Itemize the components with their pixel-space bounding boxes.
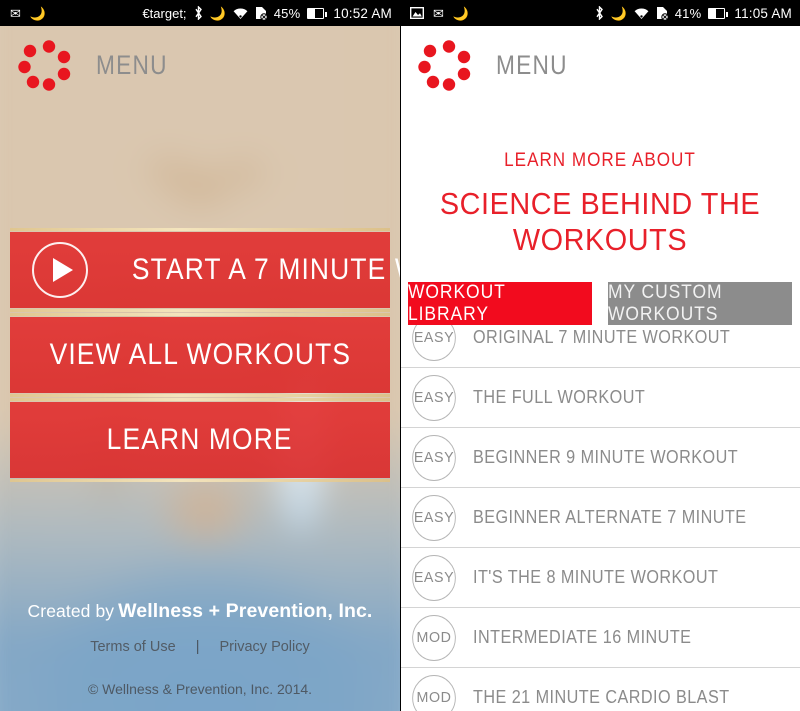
right-status-left-icons: ✉ 🌙: [400, 7, 469, 20]
bluetooth-icon: €target;: [142, 5, 187, 21]
left-header: MENU: [0, 26, 400, 104]
play-icon: [32, 242, 88, 298]
difficulty-badge: MOD: [412, 674, 456, 711]
tab-workout-library-label: WORKOUT LIBRARY: [408, 281, 506, 325]
sdcard-off-icon: [656, 7, 668, 20]
learn-more-label: LEARN MORE: [106, 423, 294, 456]
moon-icon: 🌙: [29, 5, 47, 21]
page-title: SCIENCE BEHIND THE WORKOUTS: [439, 186, 761, 257]
tab-my-custom-workouts-label: MY CUSTOM WORKOUTS: [608, 281, 723, 325]
battery-icon: [307, 7, 327, 19]
seven-dot-circle-logo-icon[interactable]: [18, 37, 74, 93]
difficulty-badge: EASY: [412, 374, 456, 421]
dual-phone-screenshot: ✉ 🌙 €target; 🌙 45% 10:52 AM MENU START A…: [0, 0, 800, 711]
left-status-right-icons: €target; 🌙 45% 10:52 AM: [142, 0, 392, 26]
image-icon: [410, 7, 424, 19]
battery-percent-label: 45%: [273, 5, 301, 21]
battery-icon: [708, 7, 728, 19]
left-status-left-icons: ✉ 🌙: [0, 7, 46, 20]
list-item[interactable]: EASY BEGINNER ALTERNATE 7 MINUTE: [400, 488, 800, 548]
clock-label: 10:52 AM: [333, 5, 392, 21]
left-phone-screen: ✉ 🌙 €target; 🌙 45% 10:52 AM MENU START A…: [0, 0, 400, 711]
workout-list-scroll: EASY ORIGINAL 7 MINUTE WORKOUT EASY THE …: [400, 325, 800, 711]
workout-title: IT'S THE 8 MINUTE WORKOUT: [473, 567, 719, 587]
workout-title: THE FULL WORKOUT: [473, 387, 646, 407]
left-status-bar: ✉ 🌙 €target; 🌙 45% 10:52 AM: [0, 0, 400, 26]
right-status-right-icons: 🌙 41% 11:05 AM: [595, 0, 792, 26]
left-footer: Created by Wellness + Prevention, Inc. Te…: [0, 600, 400, 711]
difficulty-badge: EASY: [412, 325, 456, 361]
right-phone-screen: ✉ 🌙 🌙 41% 11:05 AM MENU LEARN MORE ABOUT…: [400, 0, 800, 711]
learn-more-eyebrow: LEARN MORE ABOUT: [504, 150, 696, 171]
start-workout-button[interactable]: START A 7 MINUTE WORKOUT: [10, 228, 400, 312]
terms-of-use-link[interactable]: Terms of Use: [90, 639, 175, 655]
copyright-label: © Wellness & Prevention, Inc. 2014.: [87, 681, 313, 697]
bluetooth-icon-glyph: [194, 6, 202, 20]
moon-icon: 🌙: [610, 5, 627, 21]
footer-links: Terms of Use | Privacy Policy: [0, 639, 400, 655]
workout-title: BEGINNER 9 MINUTE WORKOUT: [473, 447, 739, 467]
envelope-icon: ✉: [433, 5, 444, 21]
created-by-line: Created by Wellness + Prevention, Inc.: [0, 600, 400, 623]
tab-my-custom-workouts[interactable]: MY CUSTOM WORKOUTS: [608, 282, 792, 325]
main-action-buttons: START A 7 MINUTE WORKOUT VIEW ALL WORKOU…: [10, 228, 400, 482]
menu-label[interactable]: MENU: [496, 50, 568, 81]
list-item[interactable]: MOD INTERMEDIATE 16 MINUTE: [400, 608, 800, 668]
difficulty-badge: MOD: [412, 614, 456, 661]
brand-name: Wellness + Prevention, Inc.: [118, 600, 373, 622]
list-item[interactable]: EASY ORIGINAL 7 MINUTE WORKOUT: [400, 325, 800, 368]
difficulty-badge: EASY: [412, 494, 456, 541]
link-separator: |: [195, 639, 200, 655]
list-item[interactable]: MOD THE 21 MINUTE CARDIO BLAST: [400, 668, 800, 711]
view-all-workouts-label: VIEW ALL WORKOUTS: [49, 338, 351, 371]
list-item[interactable]: EASY IT'S THE 8 MINUTE WORKOUT: [400, 548, 800, 608]
workout-tabs: WORKOUT LIBRARY MY CUSTOM WORKOUTS: [400, 282, 800, 325]
menu-label[interactable]: MENU: [96, 50, 168, 81]
created-by-prefix: Created by: [27, 601, 115, 621]
view-all-workouts-button[interactable]: VIEW ALL WORKOUTS: [10, 313, 390, 397]
tab-workout-library[interactable]: WORKOUT LIBRARY: [408, 282, 592, 325]
difficulty-badge: EASY: [412, 554, 456, 601]
difficulty-badge: EASY: [412, 434, 456, 481]
list-item[interactable]: EASY BEGINNER 9 MINUTE WORKOUT: [400, 428, 800, 488]
sdcard-off-icon: [255, 7, 267, 20]
moon-icon: 🌙: [209, 5, 226, 21]
envelope-icon: ✉: [10, 5, 21, 21]
workout-title: INTERMEDIATE 16 MINUTE: [473, 627, 692, 647]
bluetooth-icon: [595, 6, 603, 20]
workout-title: THE 21 MINUTE CARDIO BLAST: [473, 687, 730, 707]
learn-more-button[interactable]: LEARN MORE: [10, 398, 390, 482]
workout-list[interactable]: EASY ORIGINAL 7 MINUTE WORKOUT EASY THE …: [400, 325, 800, 711]
right-header: MENU: [400, 26, 800, 104]
list-item[interactable]: EASY THE FULL WORKOUT: [400, 368, 800, 428]
seven-dot-circle-logo-icon[interactable]: [418, 37, 474, 93]
start-workout-label: START A 7 MINUTE WORKOUT: [131, 253, 400, 286]
privacy-policy-link[interactable]: Privacy Policy: [220, 639, 310, 655]
moon-icon: 🌙: [452, 5, 470, 21]
phone-divider: [400, 0, 401, 711]
clock-label: 11:05 AM: [734, 5, 792, 21]
wifi-icon: [233, 7, 248, 19]
workout-title: BEGINNER ALTERNATE 7 MINUTE: [473, 507, 747, 527]
workout-title: ORIGINAL 7 MINUTE WORKOUT: [473, 327, 731, 347]
battery-percent-label: 41%: [674, 5, 702, 21]
wifi-icon: [634, 7, 649, 19]
right-status-bar: ✉ 🌙 🌙 41% 11:05 AM: [400, 0, 800, 26]
